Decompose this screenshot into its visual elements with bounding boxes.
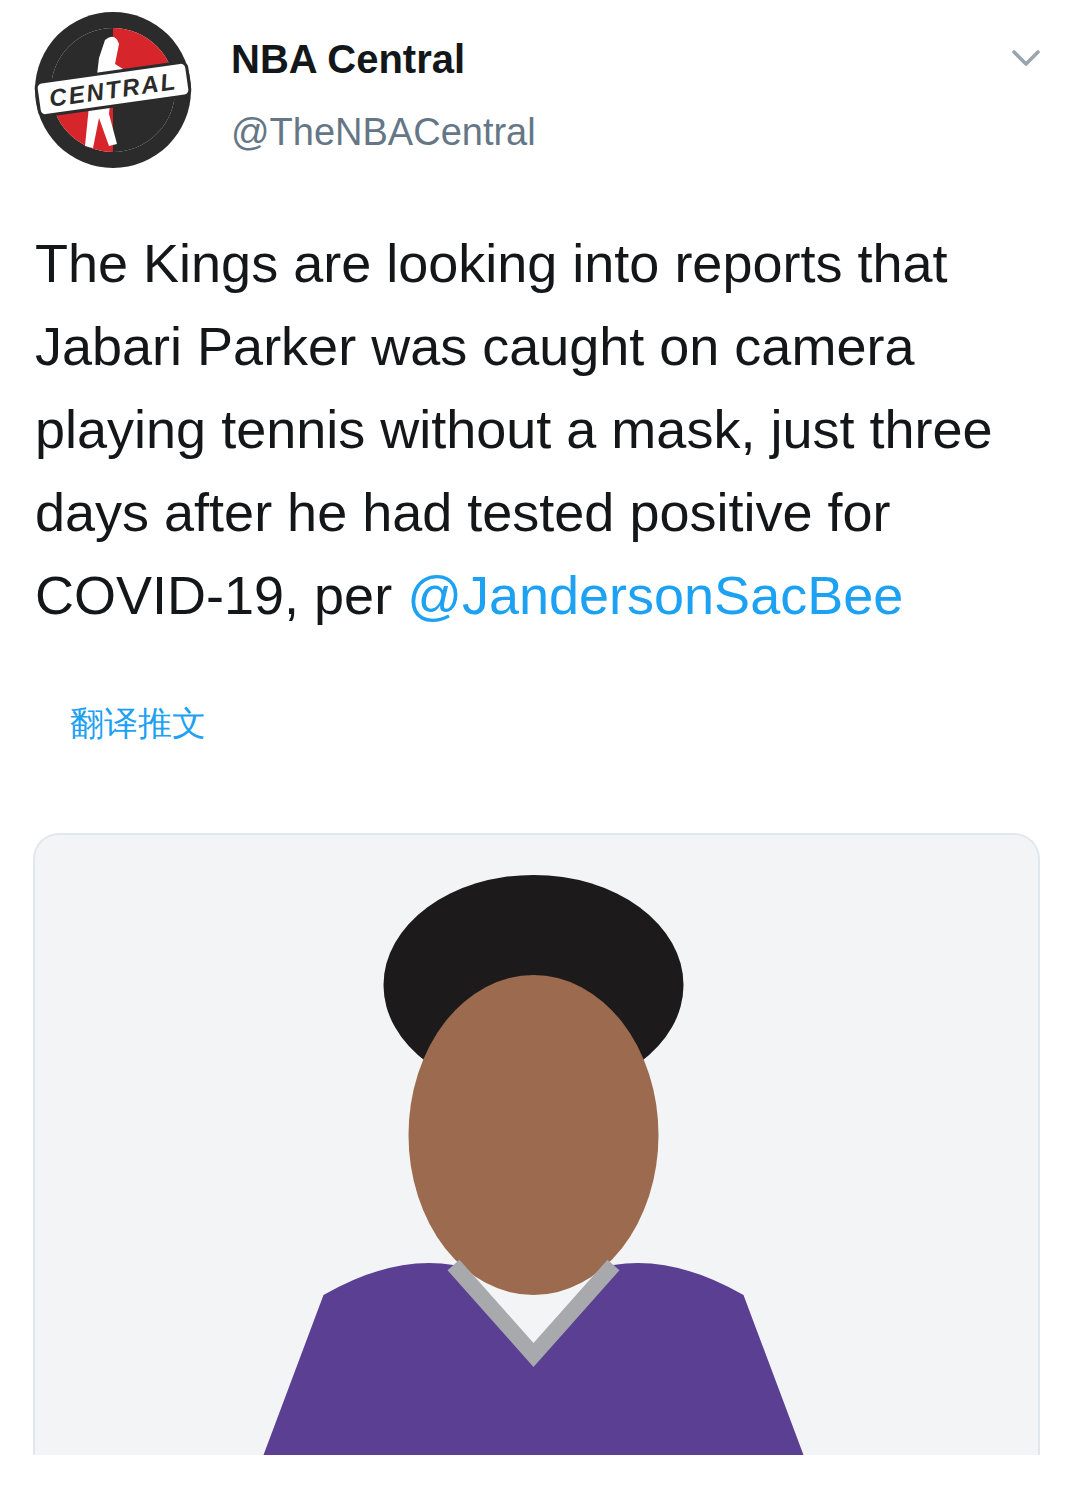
svg-text:CENTRAL: CENTRAL [47,67,178,112]
tweet: CENTRAL NBA Central @TheNBACentral The King… [0,0,1074,1489]
account-name[interactable]: NBA Central [231,36,1008,82]
nba-central-logo-icon[interactable]: CENTRAL [33,10,193,170]
account-names: NBA Central @TheNBACentral [193,10,1008,154]
tweet-header: CENTRAL NBA Central @TheNBACentral [0,0,1074,170]
mention-link[interactable]: @JandersonSacBee [407,565,903,625]
account-handle[interactable]: @TheNBACentral [231,110,1008,154]
player-photo-icon [35,875,1038,1455]
translate-link[interactable]: 翻译推文 [70,703,1074,743]
tweet-text: The Kings are looking into reports that … [35,222,1040,637]
tweet-photo[interactable] [33,833,1040,1455]
chevron-down-icon[interactable] [1008,40,1044,76]
